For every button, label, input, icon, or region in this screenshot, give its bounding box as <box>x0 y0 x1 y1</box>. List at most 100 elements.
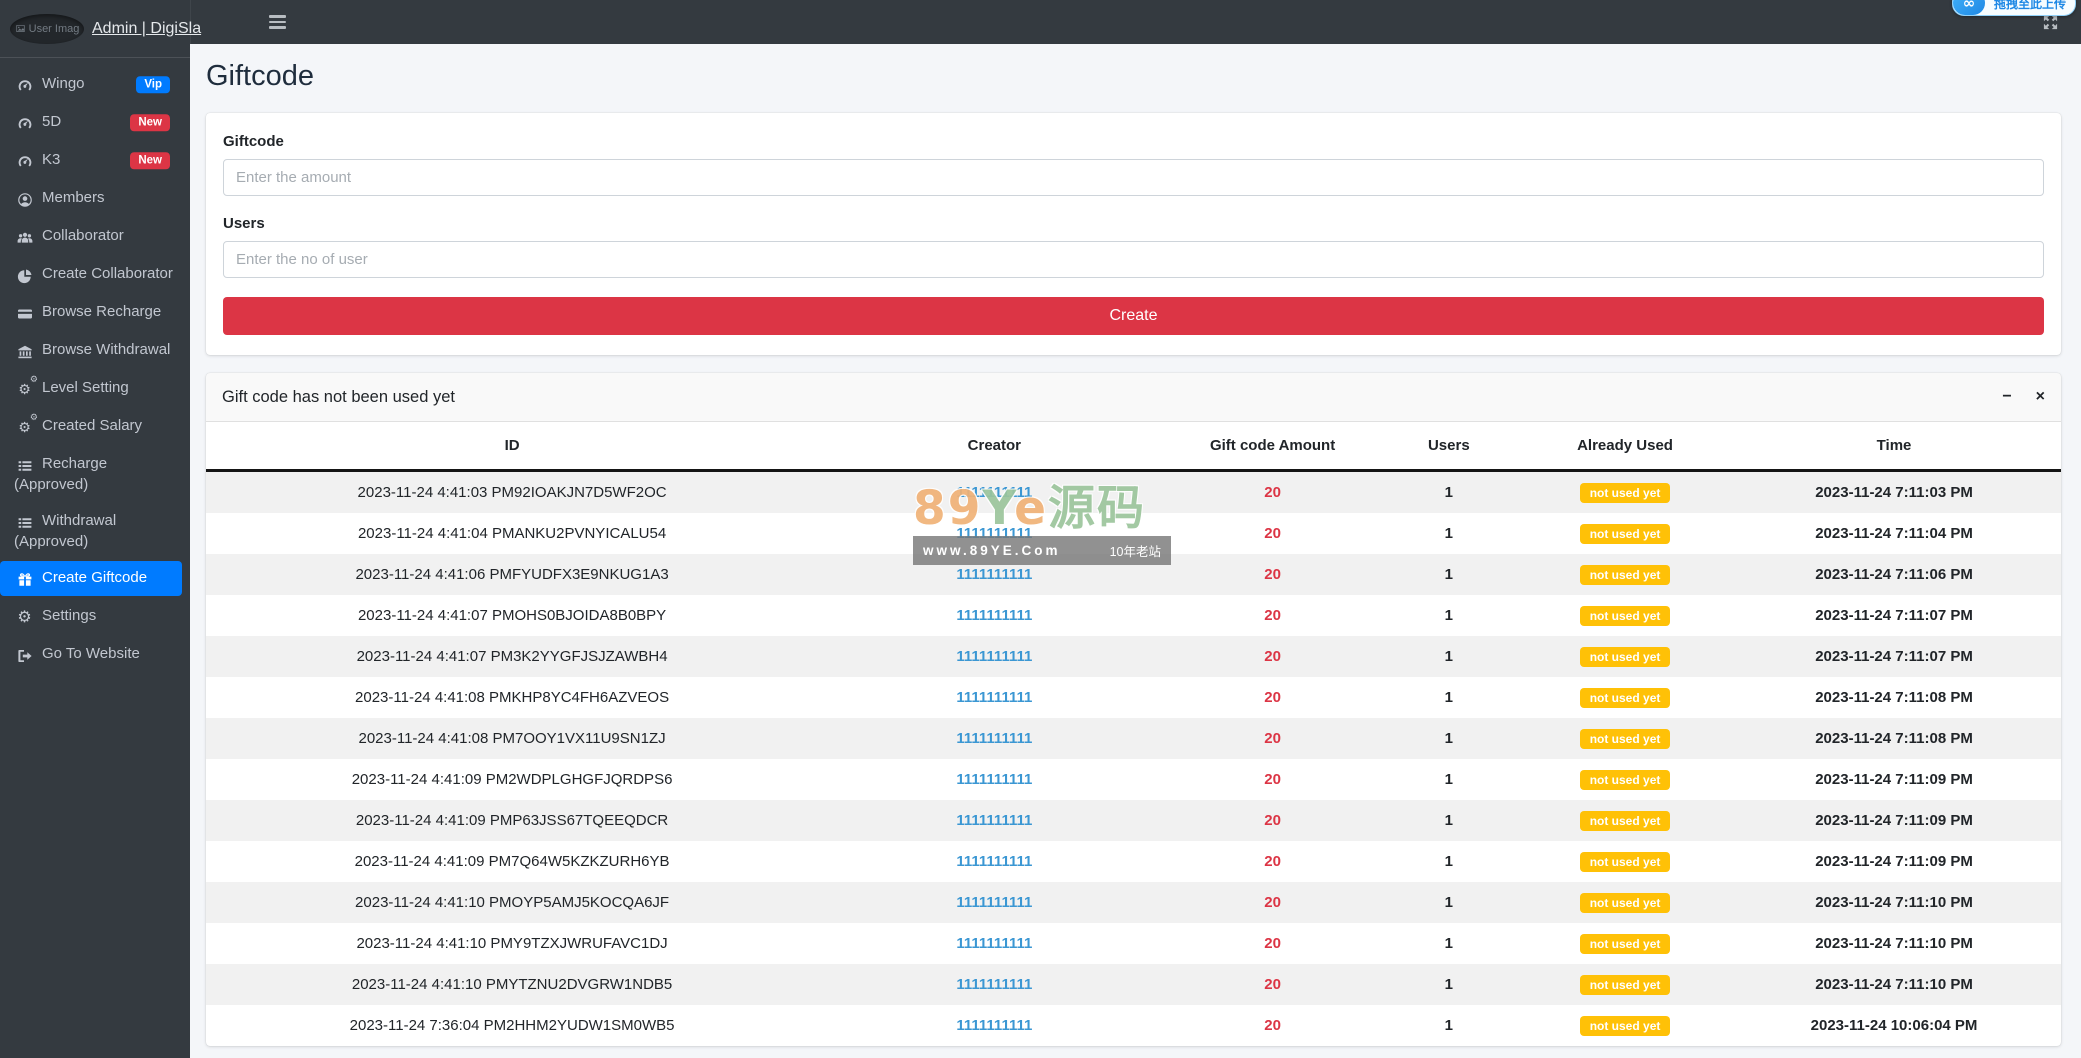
cell-creator: 1111111111 <box>818 718 1170 759</box>
cell-time: 2023-11-24 7:11:07 PM <box>1815 647 1973 665</box>
user-avatar: User Imag <box>10 13 84 44</box>
cell-creator: 1111111111 <box>818 677 1170 718</box>
table-card-header: Gift code has not been used yet − × <box>206 373 2061 422</box>
cell-status: not used yet <box>1523 964 1727 1005</box>
list-icon <box>14 513 35 532</box>
upload-extension-icon: ∞ <box>1952 0 1985 15</box>
creator-link[interactable]: 1111111111 <box>956 689 1032 706</box>
creator-link[interactable]: 1111111111 <box>956 607 1032 624</box>
creator-link[interactable]: 1111111111 <box>956 730 1032 747</box>
sidebar-badge: Vip <box>136 75 170 94</box>
cell-amount: 20 <box>1264 770 1281 788</box>
users-count-input[interactable] <box>223 241 2044 278</box>
sidebar-item-label: Collaborator <box>42 227 124 244</box>
status-badge: not used yet <box>1579 974 1671 995</box>
sidebar-item-label: Go To Website <box>42 645 140 662</box>
sidebar-item-label: Create Collaborator <box>42 265 173 282</box>
cell-amount: 20 <box>1264 975 1281 993</box>
table-row: 2023-11-24 4:41:10 PMYTZNU2DVGRW1NDB5 111… <box>206 964 2061 1005</box>
gears-icon: ⚙ ⚙ <box>18 413 38 436</box>
creator-link[interactable]: 1111111111 <box>956 484 1032 501</box>
bank-icon <box>14 342 35 361</box>
gears-icon: ⚙ ⚙ <box>18 375 38 398</box>
cell-time: 2023-11-24 7:11:08 PM <box>1815 729 1973 747</box>
cell-amount: 20 <box>1264 524 1281 542</box>
sidebar-item-k3[interactable]: K3 New <box>0 143 182 178</box>
sidebar-item-create-giftcode[interactable]: Create Giftcode <box>0 561 182 596</box>
sidebar-item-members[interactable]: Members <box>0 181 182 216</box>
sidebar-item-settings[interactable]: ⚙ Settings <box>0 599 182 634</box>
table-row: 2023-11-24 4:41:10 PMY9TZXJWRUFAVC1DJ 111… <box>206 923 2061 964</box>
table-row: 2023-11-24 4:41:08 PMKHP8YC4FH6AZVEOS 111… <box>206 677 2061 718</box>
cell-status: not used yet <box>1523 841 1727 882</box>
table-card-title: Gift code has not been used yet <box>222 388 455 406</box>
creator-link[interactable]: 1111111111 <box>956 976 1032 993</box>
gift-icon <box>14 570 35 589</box>
giftcode-amount-input[interactable] <box>223 159 2044 196</box>
sidebar-item-browse-withdrawal[interactable]: Browse Withdrawal <box>0 333 182 368</box>
cell-creator: 1111111111 <box>818 882 1170 923</box>
giftcode-table: ID Creator Gift code Amount Users Already Us… <box>206 422 2061 1046</box>
table-row: 2023-11-24 4:41:06 PMFYUDFX3E9NKUG1A3 111… <box>206 554 2061 595</box>
cell-users: 1 <box>1444 893 1453 911</box>
cell-amount: 20 <box>1264 647 1281 665</box>
cell-time: 2023-11-24 7:11:09 PM <box>1815 770 1973 788</box>
status-badge: not used yet <box>1579 523 1671 544</box>
cell-status: not used yet <box>1523 513 1727 554</box>
sidebar-item-level-setting[interactable]: ⚙ ⚙ Level Setting <box>0 371 182 406</box>
cell-amount: 20 <box>1264 729 1281 747</box>
table-row: 2023-11-24 4:41:09 PM2WDPLGHGFJQRDPS6 111… <box>206 759 2061 800</box>
cell-status: not used yet <box>1523 923 1727 964</box>
minimize-icon[interactable]: − <box>2002 389 2011 405</box>
user-circle-icon <box>14 190 35 209</box>
status-badge: not used yet <box>1579 933 1671 954</box>
sidebar-item-label: K3 <box>42 151 61 168</box>
cell-time: 2023-11-24 7:11:09 PM <box>1815 852 1973 870</box>
creator-link[interactable]: 1111111111 <box>956 771 1032 788</box>
sidebar-item-go-to-website[interactable]: Go To Website <box>0 637 182 672</box>
sidebar-item-label: Create Giftcode <box>42 569 148 586</box>
sidebar-item-created-salary[interactable]: ⚙ ⚙ Created Salary <box>0 409 182 444</box>
top-navbar <box>190 0 2081 44</box>
creator-link[interactable]: 1111111111 <box>956 1017 1032 1034</box>
table-row: 2023-11-24 4:41:03 PM92IOAKJN7D5WF2OC 111… <box>206 470 2061 514</box>
sidebar-item-recharge-approved[interactable]: Recharge (Approved) <box>0 447 182 501</box>
creator-link[interactable]: 1111111111 <box>956 525 1032 542</box>
cell-creator: 1111111111 <box>818 923 1170 964</box>
cell-status: not used yet <box>1523 595 1727 636</box>
cell-creator: 1111111111 <box>818 471 1170 514</box>
cell-amount: 20 <box>1264 483 1281 501</box>
creator-link[interactable]: 1111111111 <box>956 648 1032 665</box>
sidebar-item-withdrawal-approved[interactable]: Withdrawal (Approved) <box>0 504 182 558</box>
sidebar-item-collaborator[interactable]: Collaborator <box>0 219 182 254</box>
creator-link[interactable]: 1111111111 <box>956 566 1032 583</box>
create-button[interactable]: Create <box>223 297 2044 335</box>
sidebar-item-browse-recharge[interactable]: Browse Recharge <box>0 295 182 330</box>
gear-icon: ⚙ <box>17 607 32 626</box>
close-icon[interactable]: × <box>2036 389 2045 405</box>
status-badge: not used yet <box>1579 810 1671 831</box>
table-row: 2023-11-24 4:41:04 PMANKU2PVNYICALU54 111… <box>206 513 2061 554</box>
sidebar-item-create-collaborator[interactable]: Create Collaborator <box>0 257 182 292</box>
cell-amount: 20 <box>1264 688 1281 706</box>
menu-toggle-icon[interactable] <box>267 11 288 32</box>
status-badge: not used yet <box>1579 687 1671 708</box>
creator-link[interactable]: 1111111111 <box>956 853 1032 870</box>
sidebar-item-label: Browse Recharge <box>42 303 162 320</box>
upload-overlay[interactable]: ∞ 拖拽至此上传 <box>1951 0 2076 16</box>
table-row: 2023-11-24 4:41:07 PMOHS0BJOIDA8B0BPY 111… <box>206 595 2061 636</box>
sidebar: User Imag Admin | DigiSla Wingo Vip 5D New K… <box>0 0 201 1058</box>
sidebar-item-label: Wingo <box>42 75 85 92</box>
status-badge: not used yet <box>1579 769 1671 790</box>
creator-link[interactable]: 1111111111 <box>956 812 1032 829</box>
creator-link[interactable]: 1111111111 <box>956 935 1032 952</box>
cell-users: 1 <box>1444 606 1453 624</box>
sidebar-item-label: Created Salary <box>42 417 143 434</box>
sidebar-item-wingo[interactable]: Wingo Vip <box>0 67 182 102</box>
fullscreen-icon[interactable] <box>2042 14 2059 31</box>
sidebar-item-5d[interactable]: 5D New <box>0 105 182 140</box>
table-row: 2023-11-24 4:41:08 PM7OOY1VX11U9SN1ZJ 111… <box>206 718 2061 759</box>
brand-link[interactable]: Admin | DigiSla <box>92 20 201 38</box>
cell-users: 1 <box>1444 647 1453 665</box>
creator-link[interactable]: 1111111111 <box>956 894 1032 911</box>
